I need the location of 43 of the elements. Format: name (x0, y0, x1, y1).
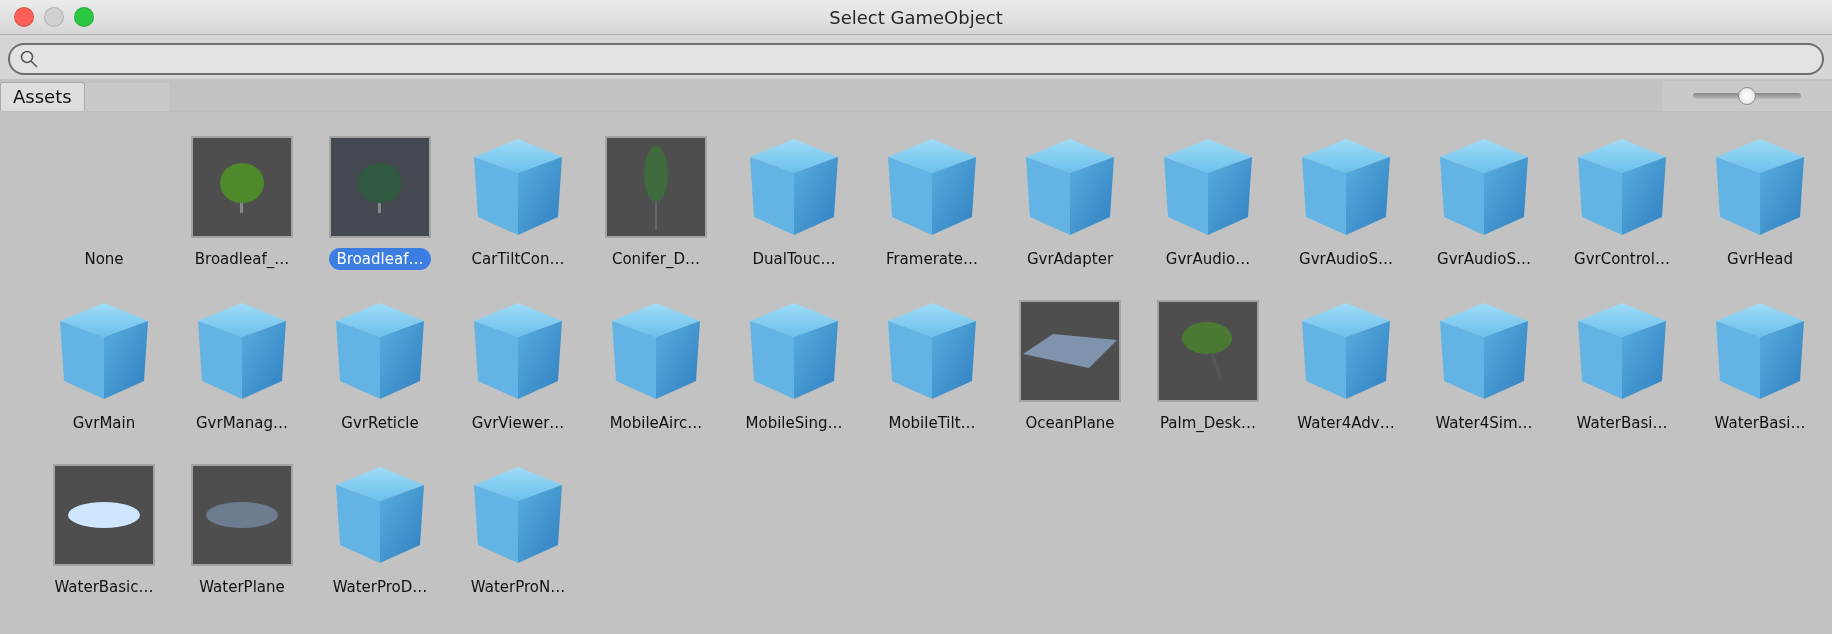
asset-label[interactable]: MobileTilt… (880, 412, 984, 434)
asset-label[interactable]: GvrViewer… (463, 412, 573, 434)
asset-label[interactable]: GvrAudio… (1157, 248, 1259, 270)
disc-icon (68, 502, 140, 528)
zoom-button[interactable] (74, 7, 94, 27)
asset-label[interactable]: CarTiltCon… (463, 248, 573, 270)
asset-label[interactable]: WaterBasi… (1706, 412, 1814, 434)
minimize-button[interactable] (44, 7, 64, 27)
asset-label[interactable]: DualTouc… (744, 248, 844, 270)
palm-tree-icon (1181, 320, 1235, 382)
asset-label[interactable]: GvrHead (1719, 248, 1801, 270)
asset-label[interactable]: Framerate… (877, 248, 987, 270)
asset-label[interactable]: WaterProD… (324, 576, 436, 598)
asset-label[interactable]: Broadleaf… (328, 248, 432, 270)
asset-label[interactable]: WaterBasic… (46, 576, 162, 598)
asset-label[interactable]: MobileAirc… (601, 412, 711, 434)
search-field[interactable] (8, 43, 1824, 75)
assets-tab[interactable]: Assets (0, 82, 85, 111)
asset-label[interactable]: GvrAdapter (1018, 248, 1122, 270)
asset-label[interactable]: GvrReticle (333, 412, 427, 434)
asset-label[interactable]: Broadleaf_… (186, 248, 298, 270)
search-icon (20, 50, 38, 68)
asset-label[interactable]: GvrAudioS… (1429, 248, 1539, 270)
asset-label[interactable]: Water4Sim… (1427, 412, 1541, 434)
asset-label[interactable]: Palm_Desk… (1151, 412, 1265, 434)
asset-label[interactable]: GvrMain (64, 412, 144, 434)
plane-icon (1023, 334, 1117, 368)
asset-label[interactable]: Conifer_D… (603, 248, 709, 270)
asset-label[interactable]: Water4Adv… (1289, 412, 1403, 434)
slider-thumb[interactable] (1738, 87, 1756, 105)
close-button[interactable] (14, 7, 34, 27)
asset-label[interactable]: GvrControl… (1566, 248, 1678, 270)
asset-label[interactable]: WaterPlane (191, 576, 293, 598)
asset-label[interactable]: OceanPlane (1017, 412, 1123, 434)
asset-label[interactable]: GvrAudioS… (1291, 248, 1401, 270)
conifer-tree-icon (641, 144, 671, 230)
disc-icon (206, 502, 278, 528)
asset-label[interactable]: WaterProN… (462, 576, 574, 598)
asset-label[interactable]: WaterBasi… (1568, 412, 1676, 434)
asset-label[interactable]: None (76, 248, 132, 270)
asset-label[interactable]: GvrManag… (188, 412, 296, 434)
window-title: Select GameObject (829, 6, 1003, 28)
asset-label[interactable]: MobileSing… (737, 412, 851, 434)
